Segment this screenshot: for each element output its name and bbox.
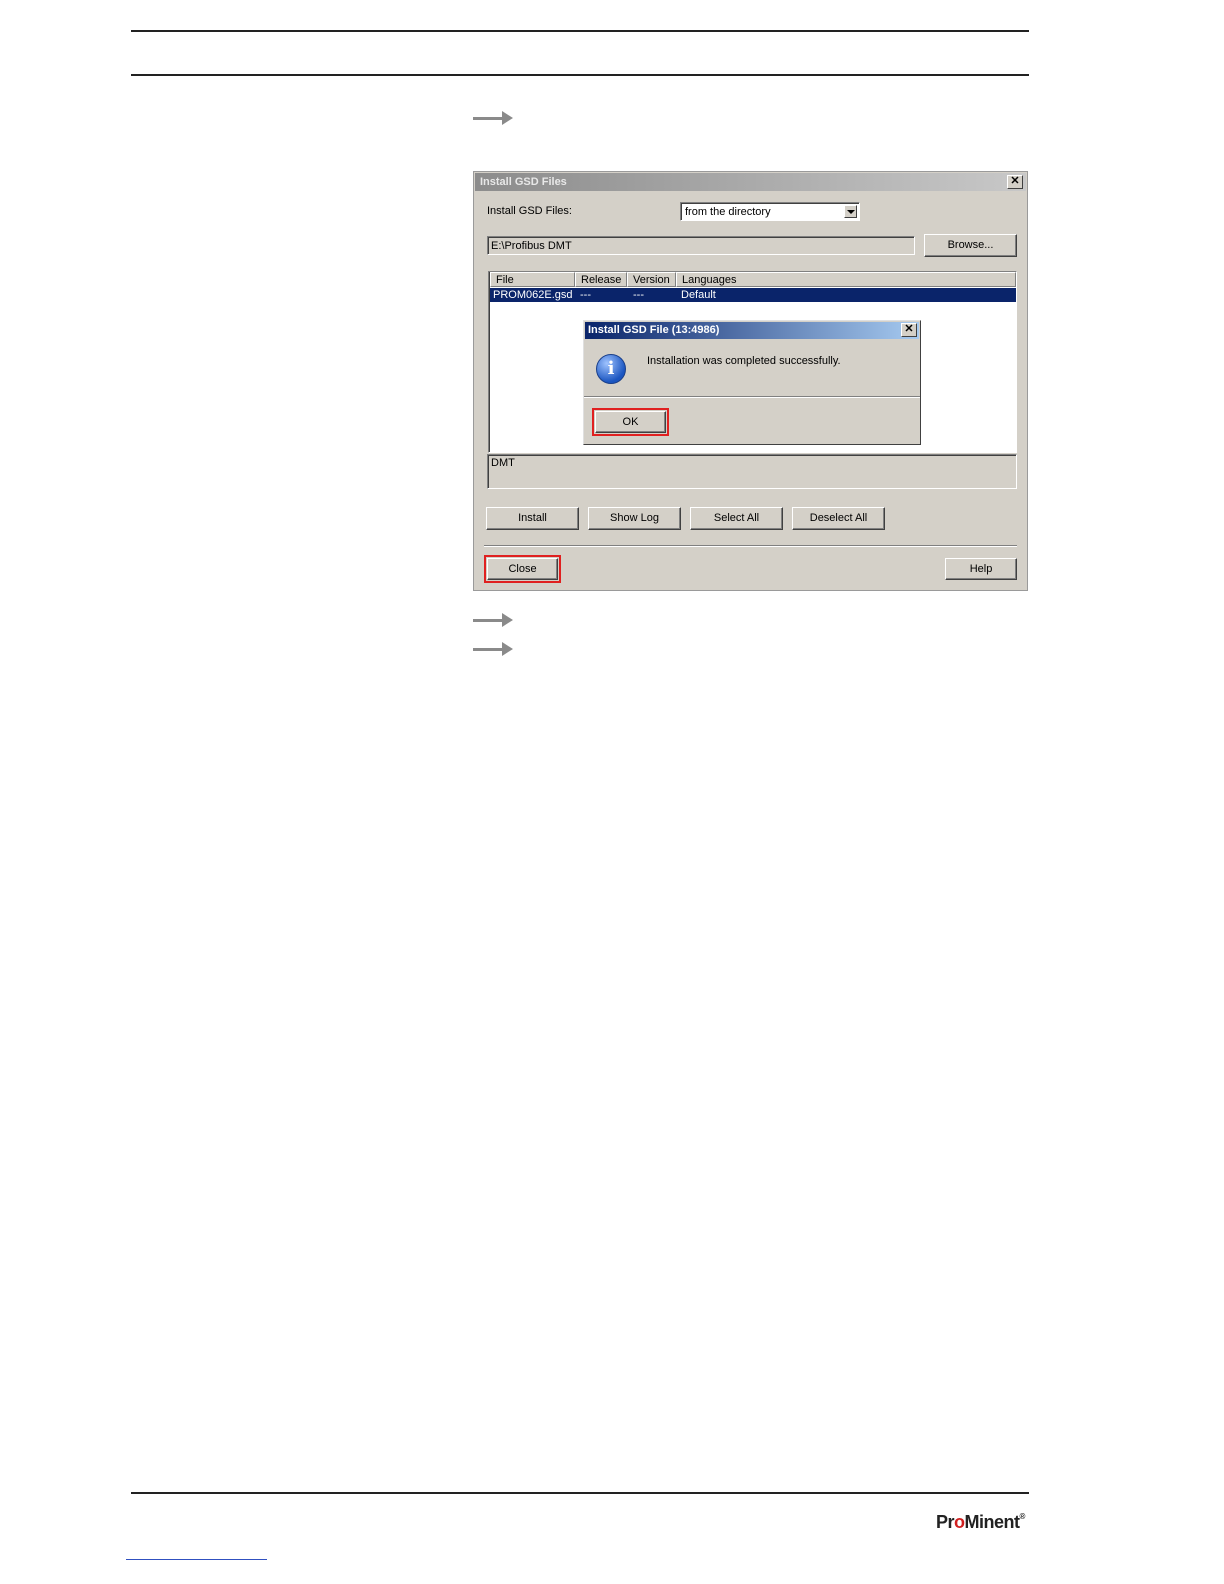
install-complete-message-box: Install GSD File (13:4986) ✕ i Installat… (583, 320, 921, 445)
help-button[interactable]: Help (945, 558, 1017, 580)
browse-button[interactable]: Browse... (924, 234, 1017, 257)
header-rule-bottom (131, 74, 1029, 76)
cell-release: --- (580, 289, 591, 301)
info-icon: i (596, 354, 626, 384)
source-select[interactable]: from the directory (680, 202, 860, 221)
select-all-button[interactable]: Select All (690, 507, 783, 530)
column-header-version[interactable]: Version (627, 272, 676, 287)
path-value: E:\Profibus DMT (491, 240, 572, 252)
footer-link-underline[interactable] (126, 1559, 267, 1560)
header-rule-top (131, 30, 1029, 32)
step-arrow-icon (473, 613, 513, 627)
source-select-value: from the directory (685, 206, 771, 218)
browse-button-label: Browse... (947, 239, 994, 251)
message-separator (584, 396, 920, 398)
deselect-all-button[interactable]: Deselect All (792, 507, 885, 530)
show-log-button[interactable]: Show Log (588, 507, 681, 530)
dialog-title: Install GSD Files (480, 176, 567, 188)
path-field[interactable]: E:\Profibus DMT (487, 236, 915, 255)
column-header-file[interactable]: File (490, 272, 575, 287)
column-header-release[interactable]: Release (575, 272, 627, 287)
table-row[interactable]: PROM062E.gsd --- --- Default (490, 288, 1016, 302)
close-button[interactable]: Close (484, 555, 561, 583)
install-button[interactable]: Install (486, 507, 579, 530)
install-from-label: Install GSD Files: (487, 205, 572, 217)
step-arrow-icon (473, 111, 513, 125)
step-arrow-icon (473, 642, 513, 656)
message-title: Install GSD File (13:4986) (588, 324, 720, 336)
ok-button[interactable]: OK (592, 408, 669, 436)
message-text: Installation was completed successfully. (647, 355, 841, 367)
description-text: DMT (491, 457, 515, 469)
description-field: DMT (487, 454, 1017, 489)
cell-version: --- (633, 289, 644, 301)
message-titlebar: Install GSD File (13:4986) ✕ (585, 322, 919, 339)
dialog-close-icon[interactable]: ✕ (1007, 175, 1023, 189)
prominent-logo: ProMinent® (936, 1512, 1025, 1532)
cell-file: PROM062E.gsd (493, 289, 573, 301)
cell-languages: Default (681, 289, 716, 301)
dialog-separator (484, 545, 1017, 547)
chevron-down-icon[interactable] (844, 205, 857, 218)
dialog-titlebar: Install GSD Files ✕ (475, 173, 1026, 191)
column-header-languages[interactable]: Languages (676, 272, 1016, 287)
footer-rule (131, 1492, 1029, 1494)
message-close-icon[interactable]: ✕ (901, 323, 917, 337)
